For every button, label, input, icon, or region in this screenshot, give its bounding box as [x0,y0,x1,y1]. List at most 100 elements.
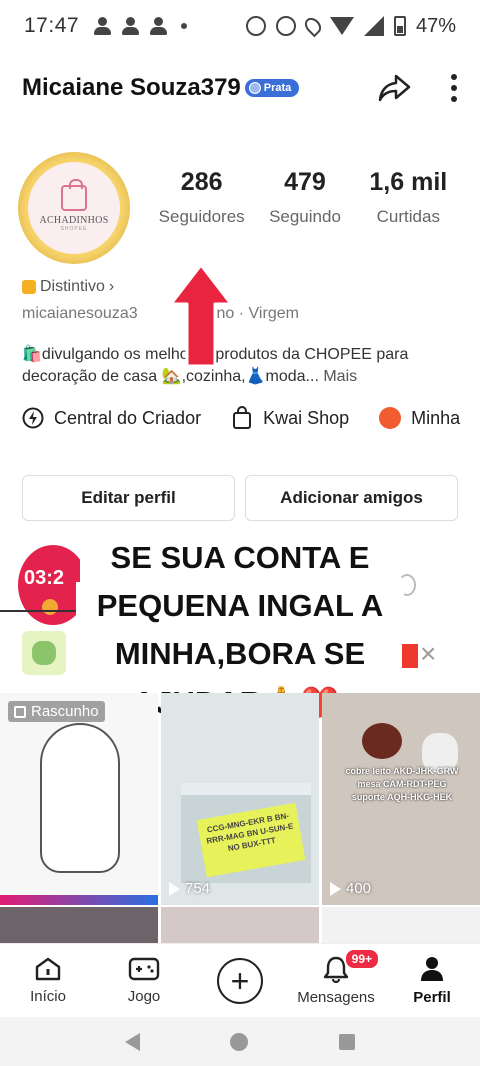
draft-icon [14,705,26,718]
video-tile-partial[interactable] [0,907,158,943]
live-timer-text: 03:2 [24,567,65,589]
notification-icons [93,16,171,36]
followers-count: 286 [180,168,223,196]
alarm-icon [245,16,266,36]
person-icon [421,957,443,981]
data-saver-icon [275,16,296,36]
video-tile-draft[interactable]: Rascunho [0,693,158,905]
draft-label: Rascunho [8,701,105,722]
video-tile[interactable]: cobre leito AKD-JHK-GRW mesa CAM-RDT-PEG… [322,693,480,905]
red-arrow-annotation [169,263,233,368]
distintivo-link[interactable]: Distintivo › [22,278,114,296]
video-tile[interactable]: CCG-MNG-EKR B BN-RRR-MAG BN U-SUN-E NO B… [161,693,319,905]
edit-profile-button[interactable]: Editar perfil [22,475,235,521]
profile-stats: 286 Seguidores 479 Seguindo 1,6 mil Curt… [150,168,460,227]
nav-home[interactable]: Início [0,944,96,1017]
username: Micaiane Souza379 [22,74,241,101]
badge-icon [248,82,261,94]
avatar-logo: ACHADINHOS SHOPEE [28,162,120,254]
badge-label: Prata [263,82,292,94]
cartoon-image [40,723,120,873]
play-icon [169,881,180,896]
back-icon[interactable] [125,1032,141,1051]
signal-icon [363,16,384,36]
home-button-icon[interactable] [230,1032,249,1051]
person-add-icon [149,16,171,36]
messages-badge: 99+ [343,948,381,970]
nav-home-label: Início [30,988,66,1005]
game-thumbnail[interactable] [22,631,66,675]
avatar[interactable]: ACHADINHOS SHOPEE [14,148,132,268]
following-label: Seguindo [269,207,341,226]
more-options-icon[interactable] [450,73,458,103]
following-count: 479 [284,168,326,196]
bottom-navigation: Início Jogo + Mensagens 99+ Perfil [0,943,480,1017]
level-badge[interactable]: Prata [244,79,300,97]
person-add-icon [121,16,143,36]
home-icon [35,957,61,981]
coin-icon [42,599,58,615]
nav-profile-label: Perfil [413,989,451,1006]
followers-stat[interactable]: 286 Seguidores [150,168,253,227]
avatar-logo-subtext: SHOPEE [60,225,88,232]
followers-label: Seguidores [158,207,245,226]
creator-center-link[interactable]: Central do Criador [22,407,201,429]
view-count: 400 [330,880,371,897]
video-overlay-text: cobre leito AKD-JHK-GRW mesa CAM-RDT-PEG… [345,766,459,802]
shopping-bag-icon [61,178,87,211]
view-count: 754 [169,880,210,897]
video-tile-partial[interactable] [322,907,480,943]
location-icon [301,14,325,38]
divider [0,610,80,612]
more-notifications-dot [181,23,188,29]
promo-tag-icon [402,644,418,668]
video-tile-partial[interactable] [161,907,319,943]
nav-create[interactable]: + [192,944,288,1017]
chevron-right-icon: › [108,278,115,295]
creator-center-label: Central do Criador [54,407,202,428]
gamepad-icon [128,957,160,981]
nav-game[interactable]: Jogo [96,944,192,1017]
nav-messages-label: Mensagens [297,989,375,1006]
distintivo-icon [22,280,36,294]
nav-messages[interactable]: Mensagens 99+ [288,944,384,1017]
profile-links: Central do Criador Kwai Shop Minha [22,406,460,430]
my-shop-label: Minha [411,407,461,428]
nav-game-label: Jogo [127,988,161,1005]
video-grid: Rascunho CCG-MNG-EKR B BN-RRR-MAG BN U-S… [0,693,480,943]
profile-actions: Editar perfil Adicionar amigos [22,475,458,521]
caption-line-3: MINHA,BORA SE [92,630,388,678]
profile-meta: micaianesouza3 no · Virgem [22,305,299,323]
kwai-shop-link[interactable]: Kwai Shop [231,406,349,430]
wifi-icon [329,17,354,35]
profile-handle: micaianesouza3 [22,305,138,322]
caption-line-1: SE SUA CONTA E [80,534,400,582]
likes-label: Curtidas [376,207,440,226]
caption-line-2: PEQUENA INGAL A [76,582,404,630]
bio-more-link[interactable]: Mais [323,368,357,385]
person-add-icon [93,16,115,36]
close-icon[interactable]: × [420,640,436,668]
likes-stat[interactable]: 1,6 mil Curtidas [357,168,460,227]
lamp-image [362,723,402,759]
lightning-icon [22,407,44,429]
status-bar: 17:47 47% [0,0,480,52]
avatar-logo-text: ACHADINHOS [39,214,109,226]
shop-icon [379,407,402,429]
battery-icon [393,16,406,36]
my-shop-link[interactable]: Minha [379,407,460,429]
system-navigation-bar [0,1017,480,1066]
play-icon [330,881,341,896]
share-icon[interactable] [378,73,412,103]
recent-apps-icon[interactable] [338,1033,355,1050]
add-friends-button[interactable]: Adicionar amigos [245,475,458,521]
following-stat[interactable]: 479 Seguindo [253,168,356,227]
shopping-bag-icon [233,406,252,429]
battery-percent: 47% [415,14,456,37]
profile-bio[interactable]: 🛍️divulgando os melhores produtos da CHO… [22,344,462,388]
distintivo-label: Distintivo [40,278,105,295]
kwai-shop-label: Kwai Shop [263,407,350,428]
likes-count: 1,6 mil [369,168,448,196]
nav-profile[interactable]: Perfil [384,944,480,1017]
profile-header: Micaiane Souza379 Prata [22,66,458,110]
